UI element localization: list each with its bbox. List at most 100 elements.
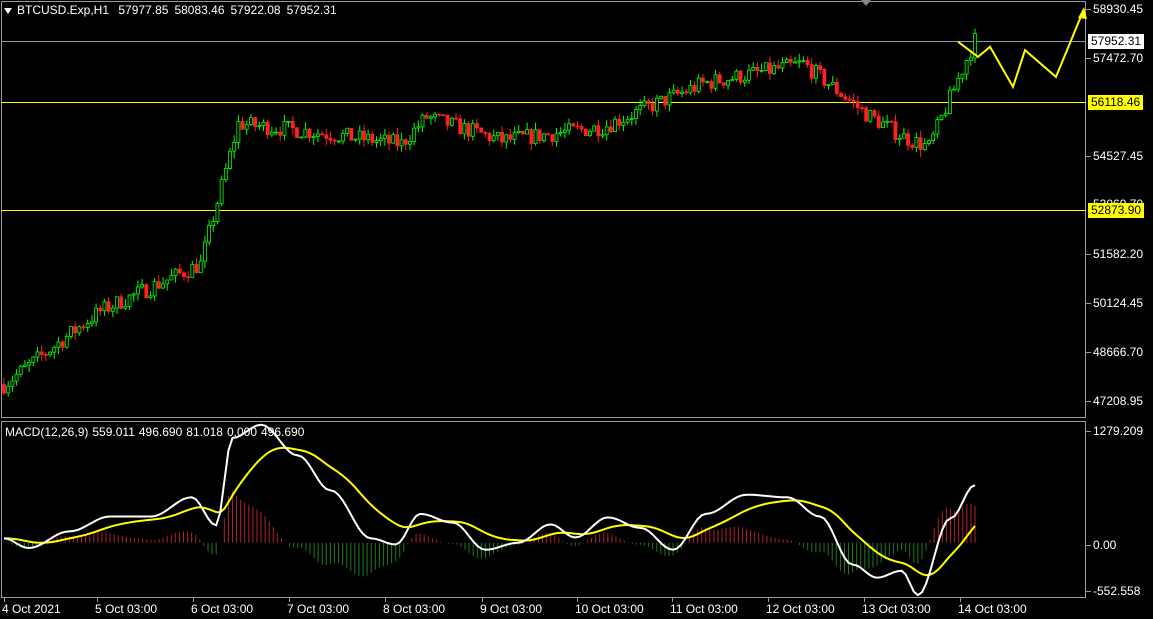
- candle-bear: [583, 128, 588, 137]
- candle-bear: [177, 268, 182, 274]
- candle-bear: [839, 93, 843, 98]
- axis-tick: [1086, 352, 1091, 353]
- candle-bull: [525, 129, 530, 135]
- time-axis-label: 7 Oct 03:00: [287, 602, 350, 616]
- candle-bull: [382, 134, 387, 139]
- candle-bull: [56, 341, 61, 348]
- candle-bull: [533, 129, 538, 145]
- candle-bull: [10, 380, 15, 387]
- candle-bull: [671, 89, 676, 94]
- candle-bear: [843, 96, 848, 100]
- candle-bull: [705, 81, 710, 83]
- candle-bear: [889, 120, 894, 123]
- candle-bull: [504, 134, 509, 143]
- candle-bull: [960, 73, 965, 79]
- price-axis-label: 50124.45: [1093, 296, 1144, 310]
- candle-bull: [433, 113, 437, 118]
- candle-bear: [290, 121, 295, 129]
- candle-bull: [642, 100, 647, 106]
- ohlc-open: 57977.85: [118, 3, 169, 17]
- candle-bull: [726, 80, 730, 86]
- candle-bull: [680, 91, 684, 94]
- axis-tick: [1086, 591, 1091, 592]
- candle-bull: [115, 296, 119, 309]
- macd-axis-label: -552.558: [1093, 584, 1141, 598]
- candle-bull: [592, 125, 597, 132]
- candle-bull: [69, 326, 73, 337]
- candle-bull: [303, 128, 308, 138]
- candle-bull: [567, 123, 571, 131]
- candle-bear: [717, 74, 722, 84]
- candle-bear: [362, 130, 366, 141]
- candle-bull: [244, 124, 249, 130]
- candle-bull: [161, 283, 165, 289]
- candle-bull: [730, 78, 735, 82]
- candle-bear: [809, 64, 814, 79]
- candle-bull: [927, 140, 931, 144]
- macd-value: 81.018: [186, 425, 223, 439]
- candle-bear: [596, 125, 601, 137]
- symbol-timeframe: BTCUSD.Exp,H1: [17, 3, 110, 17]
- candle-bear: [437, 113, 442, 116]
- macd-name: MACD(12,26,9): [5, 425, 89, 439]
- candle-bull: [491, 135, 496, 142]
- candle-bear: [571, 123, 576, 127]
- candle-bear: [387, 134, 391, 144]
- candle-bull: [793, 61, 797, 64]
- candle-bear: [608, 126, 613, 133]
- candle-bear: [788, 58, 793, 63]
- price-axis-label: 57472.70: [1093, 51, 1144, 65]
- dropdown-triangle-icon[interactable]: [4, 7, 12, 14]
- axis-tick: [1086, 545, 1091, 546]
- candle-bull: [198, 260, 203, 274]
- candle-bear: [144, 284, 149, 299]
- axis-tick: [1086, 303, 1091, 304]
- candle-bear: [278, 131, 283, 136]
- macd-signal-line: [4, 446, 976, 577]
- candle-bull: [136, 286, 140, 295]
- candle-bull: [48, 351, 52, 356]
- candle-bear: [424, 114, 429, 119]
- candle-bull: [14, 373, 19, 382]
- candle-bull: [173, 268, 178, 276]
- candle-bear: [73, 326, 78, 334]
- price-axis-label: 51582.20: [1093, 247, 1144, 261]
- candle-bear: [893, 121, 898, 141]
- candle-bull: [341, 133, 345, 142]
- candle-bull: [64, 336, 69, 348]
- candle-bull: [416, 126, 421, 129]
- candle-bull: [148, 295, 153, 299]
- candle-bull: [228, 150, 232, 169]
- candle-bull: [772, 65, 777, 74]
- candle-bear: [458, 118, 463, 135]
- candle-bull: [935, 119, 940, 135]
- candle-bear: [479, 127, 484, 133]
- candle-bull: [964, 60, 969, 75]
- candle-bull: [366, 133, 371, 141]
- candle-bull: [299, 136, 304, 139]
- macd-value: 0.000: [226, 425, 257, 439]
- candle-bull: [127, 294, 132, 307]
- candle-bear: [253, 117, 258, 127]
- time-axis-label: 5 Oct 03:00: [95, 602, 158, 616]
- candle-bull: [35, 351, 40, 358]
- price-axis-label: 47208.95: [1093, 394, 1144, 408]
- candle-bear: [546, 133, 550, 136]
- candle-bull: [588, 130, 592, 137]
- candle-bull: [27, 361, 32, 366]
- candle-bull: [102, 301, 107, 312]
- chart-canvas: [2, 7, 1087, 597]
- candle-bear: [349, 127, 354, 141]
- candle-bear: [768, 62, 772, 74]
- candle-bear: [500, 131, 504, 143]
- candle-bull: [152, 281, 157, 297]
- candle-bear: [579, 126, 584, 130]
- candle-bull: [542, 133, 546, 141]
- candle-bull: [202, 241, 207, 262]
- candle-bear: [755, 67, 760, 72]
- candle-bull: [797, 60, 802, 63]
- candle-bull: [211, 221, 216, 226]
- level-tag-2: 52873.90: [1088, 203, 1145, 218]
- candle-bull: [236, 121, 241, 143]
- candle-bear: [738, 70, 743, 83]
